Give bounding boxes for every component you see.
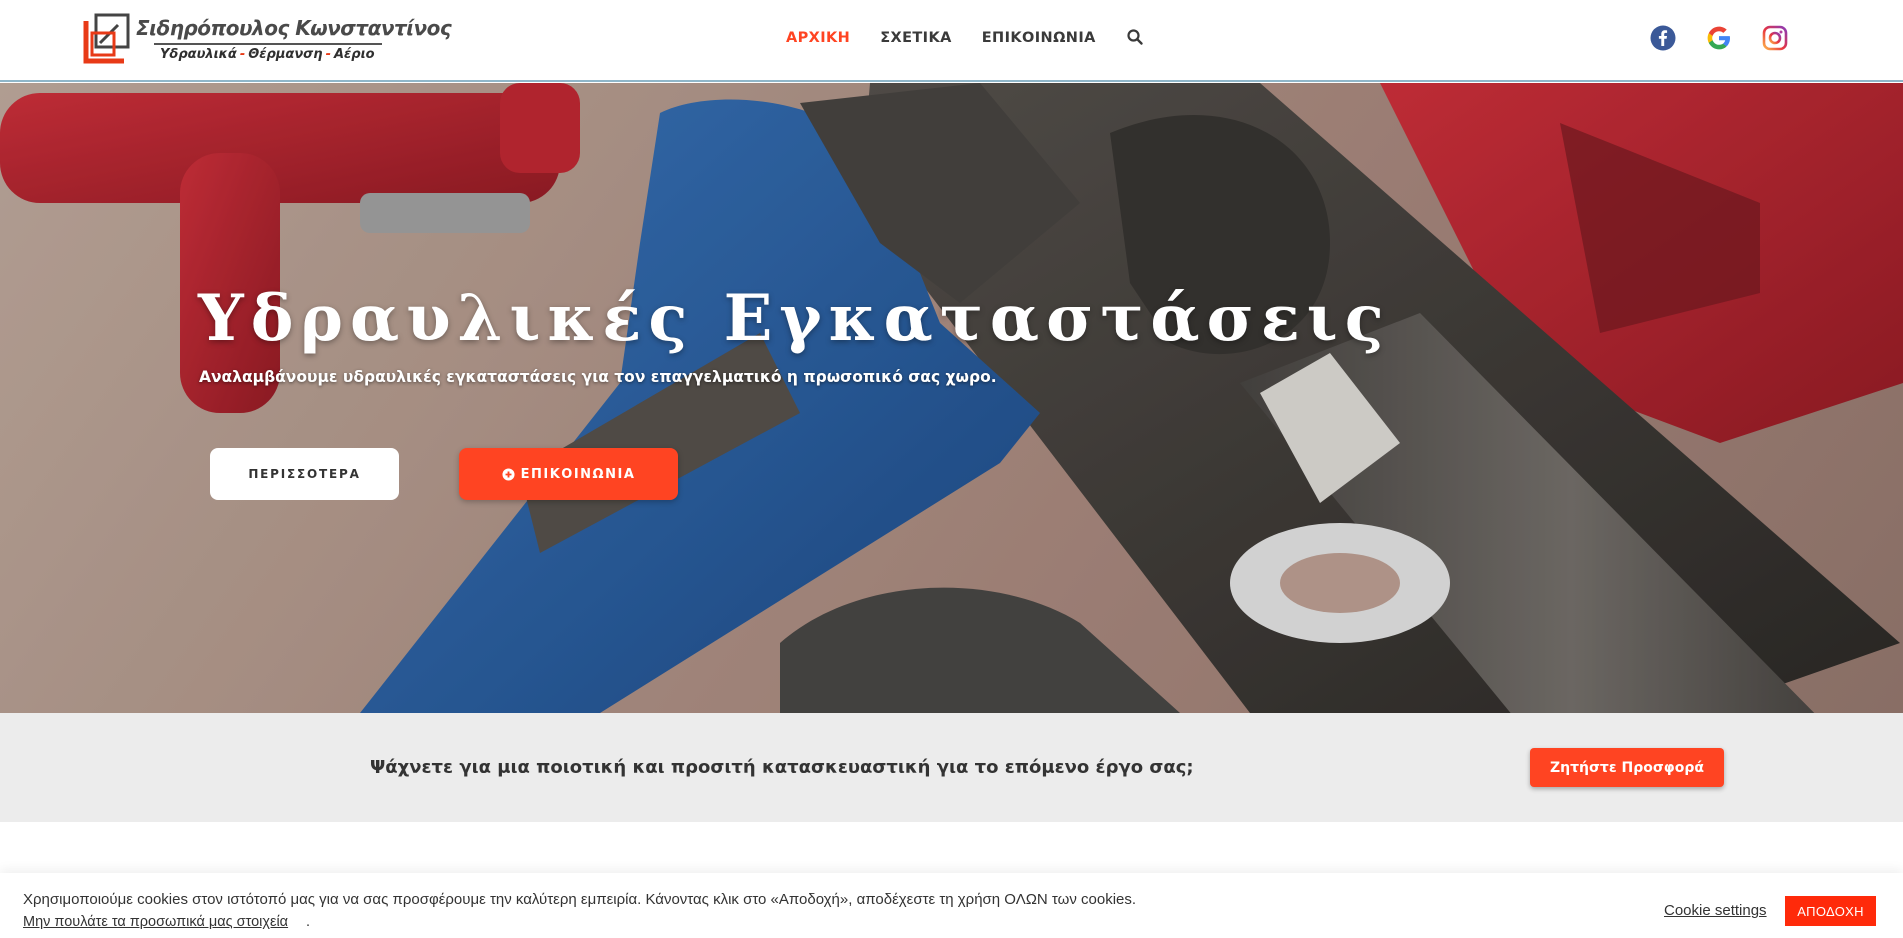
search-icon[interactable] xyxy=(1126,28,1144,46)
page: Σιδηρόπουλος Κωνσταντίνος Υδραυλικά - Θέρμ… xyxy=(0,0,1903,938)
cookie-link-suffix: . xyxy=(306,914,311,930)
cookie-message: Χρησιμοποιούμε cookies στον ιστότοπό μας… xyxy=(23,891,1137,908)
logo-name: Σιδηρόπουλος Κωνσταντίνος xyxy=(136,16,452,40)
contact-button-label: ΕΠΙΚΟΙΝΩΝΙΑ xyxy=(520,466,636,482)
logo-tag-separator: - xyxy=(325,47,331,62)
instagram-icon[interactable] xyxy=(1762,25,1788,51)
logo-tag-separator: - xyxy=(239,47,246,62)
cookie-accept-button[interactable]: ΑΠΟΔΟΧΗ xyxy=(1785,896,1876,926)
cta-text: Ψάχνετε για μια ποιοτική και προσιτή κατ… xyxy=(370,757,1194,778)
logo-mark-icon xyxy=(83,13,130,64)
nav-item-about[interactable]: ΣΧΕΤΙΚΑ xyxy=(880,30,952,46)
logo-tagline: Υδραυλικά - Θέρμανση - Αέριο xyxy=(160,47,375,62)
hero-background-image xyxy=(0,83,1903,713)
logo-tag-3: Αέριο xyxy=(333,47,375,62)
site-header: Σιδηρόπουλος Κωνσταντίνος Υδραυλικά - Θέρμ… xyxy=(0,0,1903,82)
google-icon[interactable] xyxy=(1706,25,1732,51)
quote-cta-band: Ψάχνετε για μια ποιοτική και προσιτή κατ… xyxy=(0,713,1903,822)
social-links xyxy=(1650,25,1788,51)
cookie-settings-link[interactable]: Cookie settings xyxy=(1664,902,1767,919)
site-logo[interactable]: Σιδηρόπουλος Κωνσταντίνος Υδραυλικά - Θέρμ… xyxy=(82,13,452,67)
hero-title: Υδραυλικές Εγκαταστάσεις xyxy=(198,281,1391,356)
plus-circle-icon xyxy=(502,467,515,481)
facebook-icon[interactable] xyxy=(1650,25,1676,51)
logo-tag-1: Υδραυλικά xyxy=(160,47,237,62)
hero-banner: Υδραυλικές Εγκαταστάσεις Αναλαμβάνουμε υ… xyxy=(0,83,1903,713)
request-quote-button[interactable]: Ζητήστε Προσφορά xyxy=(1530,748,1724,787)
contact-button[interactable]: ΕΠΙΚΟΙΝΩΝΙΑ xyxy=(459,448,678,500)
do-not-sell-link[interactable]: Μην πουλάτε τα προσωπικά μας στοιχεία xyxy=(23,914,288,930)
nav-item-home[interactable]: ΑΡΧΙΚΗ xyxy=(786,30,850,46)
more-button[interactable]: ΠΕΡΙΣΣΟΤΕΡΑ xyxy=(210,448,399,500)
nav-item-contact[interactable]: ΕΠΙΚΟΙΝΩΝΙΑ xyxy=(982,30,1096,46)
logo-underline xyxy=(154,43,382,45)
cookie-consent-bar: Χρησιμοποιούμε cookies στον ιστότοπό μας… xyxy=(0,873,1903,938)
hero-subtitle: Αναλαμβάνουμε υδραυλικές εγκαταστάσεις γ… xyxy=(199,368,997,386)
logo-tag-2: Θέρμανση xyxy=(248,47,323,62)
main-nav: ΑΡΧΙΚΗ ΣΧΕΤΙΚΑ ΕΠΙΚΟΙΝΩΝΙΑ xyxy=(786,29,1144,46)
